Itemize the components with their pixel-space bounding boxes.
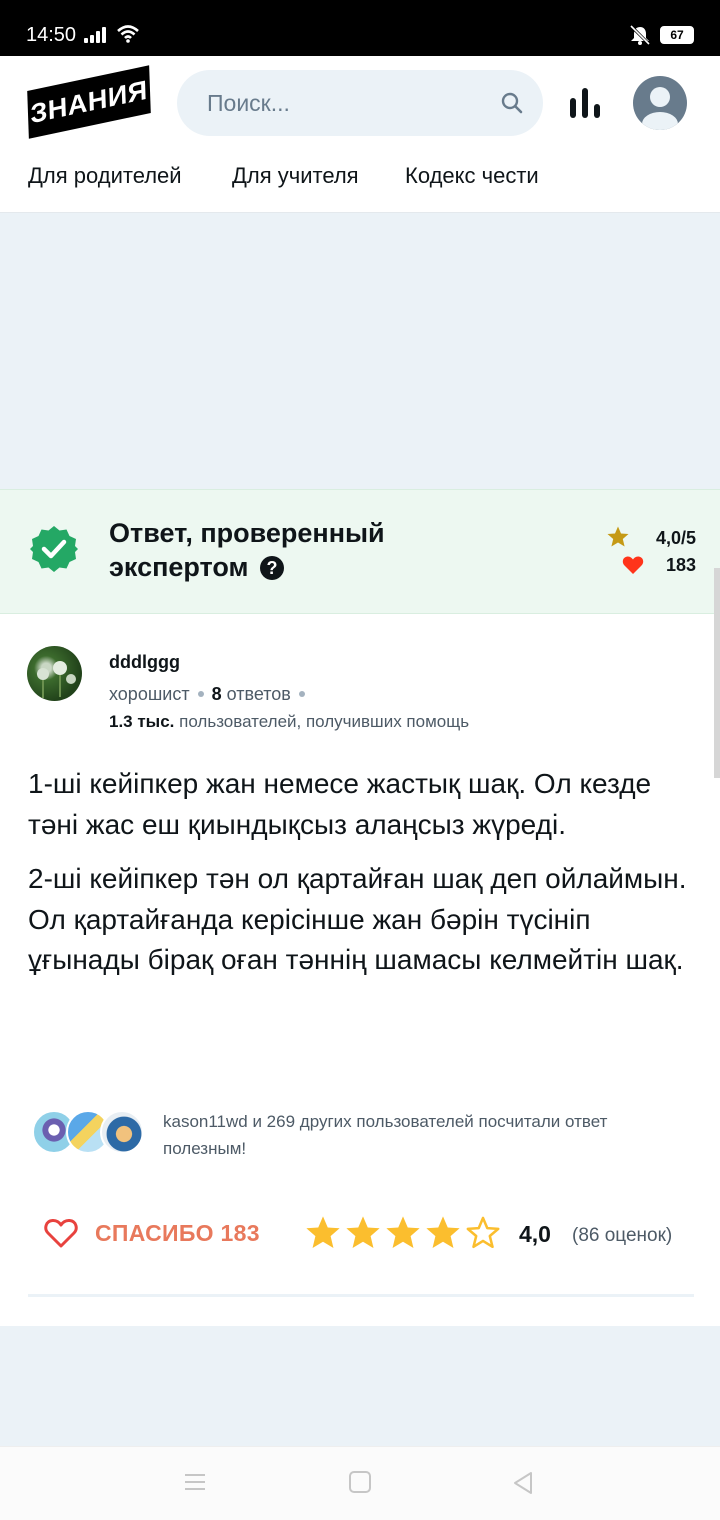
heart-outline-icon <box>44 1218 78 1248</box>
star-icon-filled[interactable] <box>344 1214 382 1252</box>
star-icon-filled[interactable] <box>424 1214 462 1252</box>
rating-score: 4,0 <box>519 1221 551 1247</box>
search-box[interactable] <box>177 70 543 136</box>
star-rating[interactable] <box>304 1214 514 1254</box>
separator-dot <box>298 691 305 697</box>
answer-likes: 183 <box>622 553 696 579</box>
help-icon[interactable]: ? <box>260 556 285 580</box>
user-avatar-icon[interactable] <box>633 76 687 130</box>
verified-badge-icon <box>30 526 78 572</box>
rating-votes: (86 оценок) <box>572 1225 673 1246</box>
answer-paragraph: 2-ші кейіпкер тән ол қартайған шақ деп о… <box>28 863 687 975</box>
thanks-label: СПАСИБО 183 <box>95 1220 260 1246</box>
answer-rating: 4,0/5 <box>606 525 696 551</box>
answer-body: 1-ші кейіпкер жан немесе жастық шақ. Ол … <box>28 764 692 981</box>
author-answers-count: 8 <box>211 684 222 704</box>
rating-value: 4,0/5 <box>655 528 696 548</box>
stats-icon[interactable] <box>568 86 602 120</box>
back-icon[interactable] <box>511 1470 535 1496</box>
status-bar: 14:50 67 <box>0 0 720 56</box>
star-icon-filled[interactable] <box>304 1214 342 1252</box>
scrollbar[interactable] <box>714 568 720 778</box>
nav-honor-code[interactable]: Кодекс чести <box>405 163 539 189</box>
heart-icon <box>622 556 644 574</box>
nav-parents[interactable]: Для родителей <box>28 163 182 189</box>
helpful-user-avatar[interactable] <box>100 1110 144 1154</box>
answer-paragraph: 1-ші кейіпкер жан немесе жастық шақ. Ол … <box>28 768 652 840</box>
search-input[interactable] <box>207 86 497 120</box>
star-icon <box>607 526 629 547</box>
home-icon[interactable] <box>349 1471 371 1493</box>
menu-icon[interactable] <box>183 1472 207 1492</box>
author-meta: хорошист 8 ответов <box>109 684 313 705</box>
section-divider <box>28 1294 694 1297</box>
battery-indicator: 67 <box>660 26 694 44</box>
likes-value: 183 <box>665 555 696 575</box>
author-rank: хорошист <box>109 684 190 704</box>
separator-dot <box>197 691 204 697</box>
helped-label: пользователей, получивших помощь <box>179 712 470 731</box>
star-icon-filled[interactable] <box>384 1214 422 1252</box>
search-icon[interactable] <box>500 91 524 115</box>
status-time: 14:50 <box>26 24 77 46</box>
verified-title-text: Ответ, проверенный экспертом <box>109 518 385 582</box>
helpful-users: kason11wd и 269 других пользователей пос… <box>32 1108 694 1168</box>
author-name[interactable]: dddlggg <box>109 652 180 673</box>
verified-answer-title: Ответ, проверенный экспертом ? <box>109 516 489 584</box>
author-helped: 1.3 тыс. пользователей, получивших помощ… <box>109 712 469 732</box>
signal-icon <box>84 27 108 43</box>
helpful-text: kason11wd и 269 других пользователей пос… <box>163 1112 608 1158</box>
bottom-placeholder <box>0 1326 720 1446</box>
helped-count: 1.3 тыс. <box>109 712 175 731</box>
nav-teachers[interactable]: Для учителя <box>232 163 359 189</box>
author-answers-label: ответов <box>226 684 291 704</box>
wifi-icon <box>117 25 139 43</box>
ad-placeholder <box>0 213 720 489</box>
author-avatar[interactable] <box>27 646 82 701</box>
mute-icon <box>629 24 651 46</box>
star-icon-empty[interactable] <box>464 1214 502 1252</box>
